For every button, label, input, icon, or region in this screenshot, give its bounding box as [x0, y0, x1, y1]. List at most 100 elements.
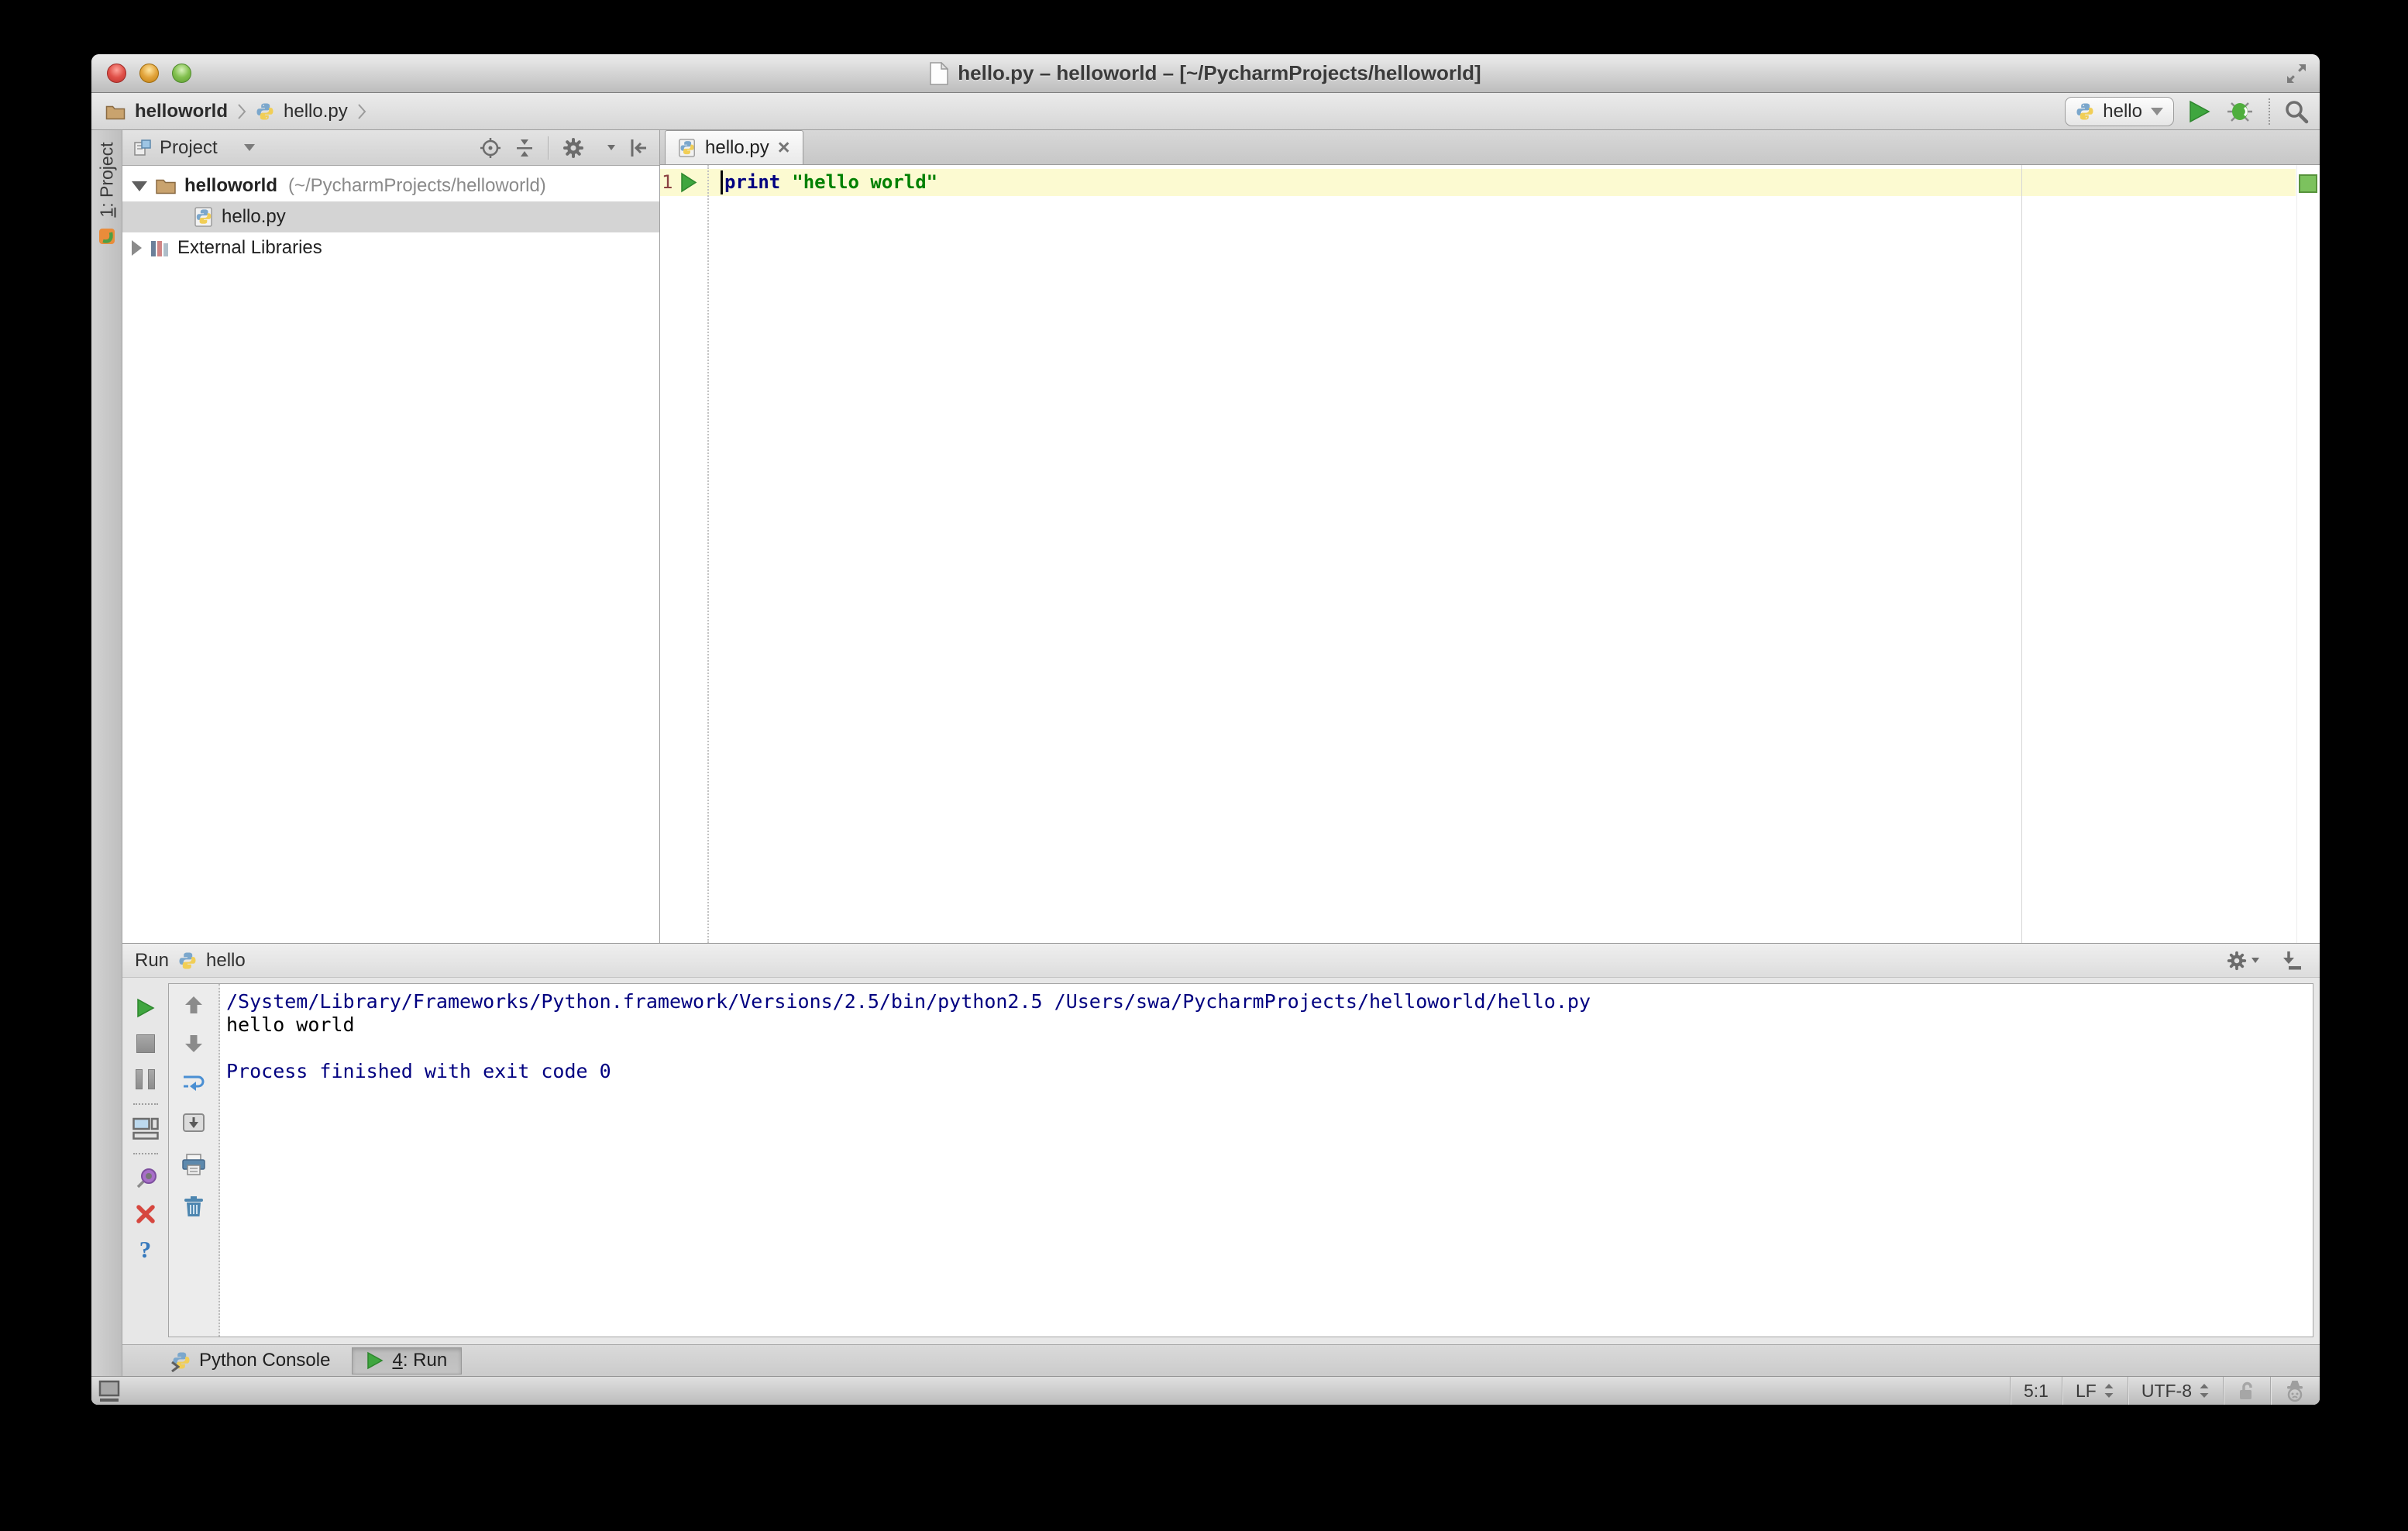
run-configuration-selector[interactable]: hello	[2065, 96, 2174, 126]
encoding-selector[interactable]: UTF-8	[2127, 1377, 2223, 1405]
project-stripe-button[interactable]: 1: Project	[96, 142, 117, 217]
scroll-to-end-button[interactable]	[182, 1113, 205, 1134]
collapse-all-button[interactable]	[514, 137, 535, 159]
caret-position-widget[interactable]: 5:1	[2010, 1377, 2062, 1405]
navigation-bar: helloworld hello.py hello	[91, 93, 2320, 130]
console-output[interactable]: /System/Library/Frameworks/Python.framew…	[220, 984, 2313, 1337]
run-config-name: hello	[206, 949, 246, 971]
code-editor[interactable]: 1 print "hello world"	[660, 165, 2320, 943]
close-window-button[interactable]	[107, 64, 126, 83]
run-icon	[2190, 100, 2210, 122]
tool-window-stripe: 1: Project	[91, 130, 122, 1376]
folder-icon	[105, 105, 126, 119]
console-line: hello world	[226, 1013, 355, 1036]
toggle-toolwindows-button[interactable]	[98, 1379, 121, 1402]
print-button[interactable]	[181, 1153, 206, 1176]
pause-button[interactable]	[122, 1061, 168, 1097]
up-down-spinner-icon	[2200, 1384, 2209, 1398]
python-file-icon	[679, 138, 695, 157]
tree-row-helloworld[interactable]: helloworld (~/PycharmProjects/helloworld…	[122, 170, 659, 201]
zoom-window-button[interactable]	[172, 64, 191, 83]
breadcrumb-project[interactable]: helloworld	[135, 101, 228, 122]
chevron-down-icon	[2151, 107, 2163, 115]
editor-column: hello.py × 1 print "hello world"	[660, 130, 2320, 943]
error-stripe[interactable]	[2296, 165, 2320, 943]
run-toolbar: ?	[122, 978, 168, 1344]
tree-row-external-libraries[interactable]: External Libraries	[122, 232, 659, 263]
search-everywhere-button[interactable]	[2284, 99, 2309, 124]
python-icon	[179, 952, 196, 968]
toolbar-separator	[132, 1103, 158, 1105]
stop-button[interactable]	[122, 1026, 168, 1061]
help-icon: ?	[139, 1236, 152, 1263]
run-button[interactable]	[2188, 99, 2211, 124]
project-panel-icon	[134, 139, 151, 156]
tree-row-hello-py[interactable]: hello.py	[122, 201, 659, 232]
pin-tab-button[interactable]	[122, 1161, 168, 1196]
scroll-to-source-button[interactable]	[480, 137, 501, 159]
tab-close-button[interactable]: ×	[778, 137, 790, 158]
dock-panel-button[interactable]	[2279, 950, 2303, 972]
toggle-panels-icon	[98, 1380, 120, 1402]
bug-icon	[2227, 101, 2252, 122]
breadcrumb-file[interactable]: hello.py	[284, 101, 348, 122]
chevron-down-icon	[2251, 958, 2259, 963]
run-icon	[367, 1351, 384, 1370]
caret-position: 5:1	[2024, 1380, 2049, 1401]
toolbar-separator	[2269, 98, 2270, 125]
document-icon	[930, 61, 949, 85]
console-toolbar	[169, 984, 220, 1337]
tab-label: hello.py	[705, 136, 769, 158]
search-icon	[2286, 100, 2309, 123]
console-line: Process finished with exit code 0	[226, 1060, 611, 1082]
panel-settings-button[interactable]	[562, 136, 615, 160]
folder-icon	[156, 179, 176, 194]
run-line-button[interactable]	[680, 172, 697, 193]
keyword-token: print	[724, 171, 781, 193]
project-panel-header: Project	[122, 130, 659, 166]
readonly-toggle[interactable]	[2223, 1377, 2270, 1405]
help-button[interactable]: ?	[122, 1232, 168, 1268]
clear-console-button[interactable]	[183, 1195, 205, 1218]
run-tab[interactable]: 4: Run	[352, 1347, 463, 1374]
lock-icon	[2240, 1381, 2252, 1399]
run-tool-window: Run hello ? /System/Library/Frameworks/P…	[122, 943, 2320, 1344]
trash-icon	[184, 1196, 203, 1216]
run-settings-button[interactable]	[2226, 950, 2259, 972]
down-arrow-icon	[185, 1035, 202, 1052]
debug-button[interactable]	[2225, 99, 2255, 124]
rerun-button[interactable]	[122, 990, 168, 1026]
fullscreen-button[interactable]	[2284, 61, 2309, 86]
python-file-icon	[256, 103, 273, 119]
hide-panel-button[interactable]	[628, 137, 648, 159]
restore-layout-button[interactable]	[122, 1111, 168, 1147]
tree-item-name: External Libraries	[177, 237, 322, 258]
hector-icon	[2287, 1381, 2303, 1402]
minimize-window-button[interactable]	[139, 64, 159, 83]
print-icon	[182, 1154, 205, 1175]
stripe-label: : Project	[96, 142, 116, 208]
tab-hello-py[interactable]: hello.py ×	[665, 130, 803, 164]
inspection-status-icon[interactable]	[2299, 174, 2317, 193]
pycharm-window: hello.py – helloworld – [~/PycharmProjec…	[91, 54, 2320, 1405]
soft-wrap-button[interactable]	[181, 1072, 206, 1094]
fullscreen-icon	[2287, 64, 2306, 83]
console-line: /System/Library/Frameworks/Python.framew…	[226, 990, 1591, 1013]
library-icon	[151, 241, 168, 256]
hector-inspector-button[interactable]	[2270, 1377, 2313, 1405]
line-number: 1	[662, 171, 673, 193]
collapsed-arrow-icon[interactable]	[132, 240, 142, 256]
project-panel-title[interactable]: Project	[160, 137, 218, 159]
line-separator-selector[interactable]: LF	[2061, 1377, 2128, 1405]
tab-label-rest: : Run	[402, 1350, 448, 1371]
tree-item-path: (~/PycharmProjects/helloworld)	[288, 175, 546, 196]
tool-window-bar: Python Console 4: Run	[122, 1344, 2320, 1376]
expanded-arrow-icon[interactable]	[132, 181, 147, 191]
close-panel-button[interactable]	[122, 1196, 168, 1232]
scroll-down-button[interactable]	[184, 1034, 204, 1054]
chevron-right-icon	[238, 103, 246, 119]
scroll-up-button[interactable]	[184, 995, 204, 1015]
python-console-tab[interactable]: Python Console	[158, 1347, 344, 1374]
toolbar-separator	[132, 1153, 158, 1154]
text-caret	[721, 170, 723, 194]
